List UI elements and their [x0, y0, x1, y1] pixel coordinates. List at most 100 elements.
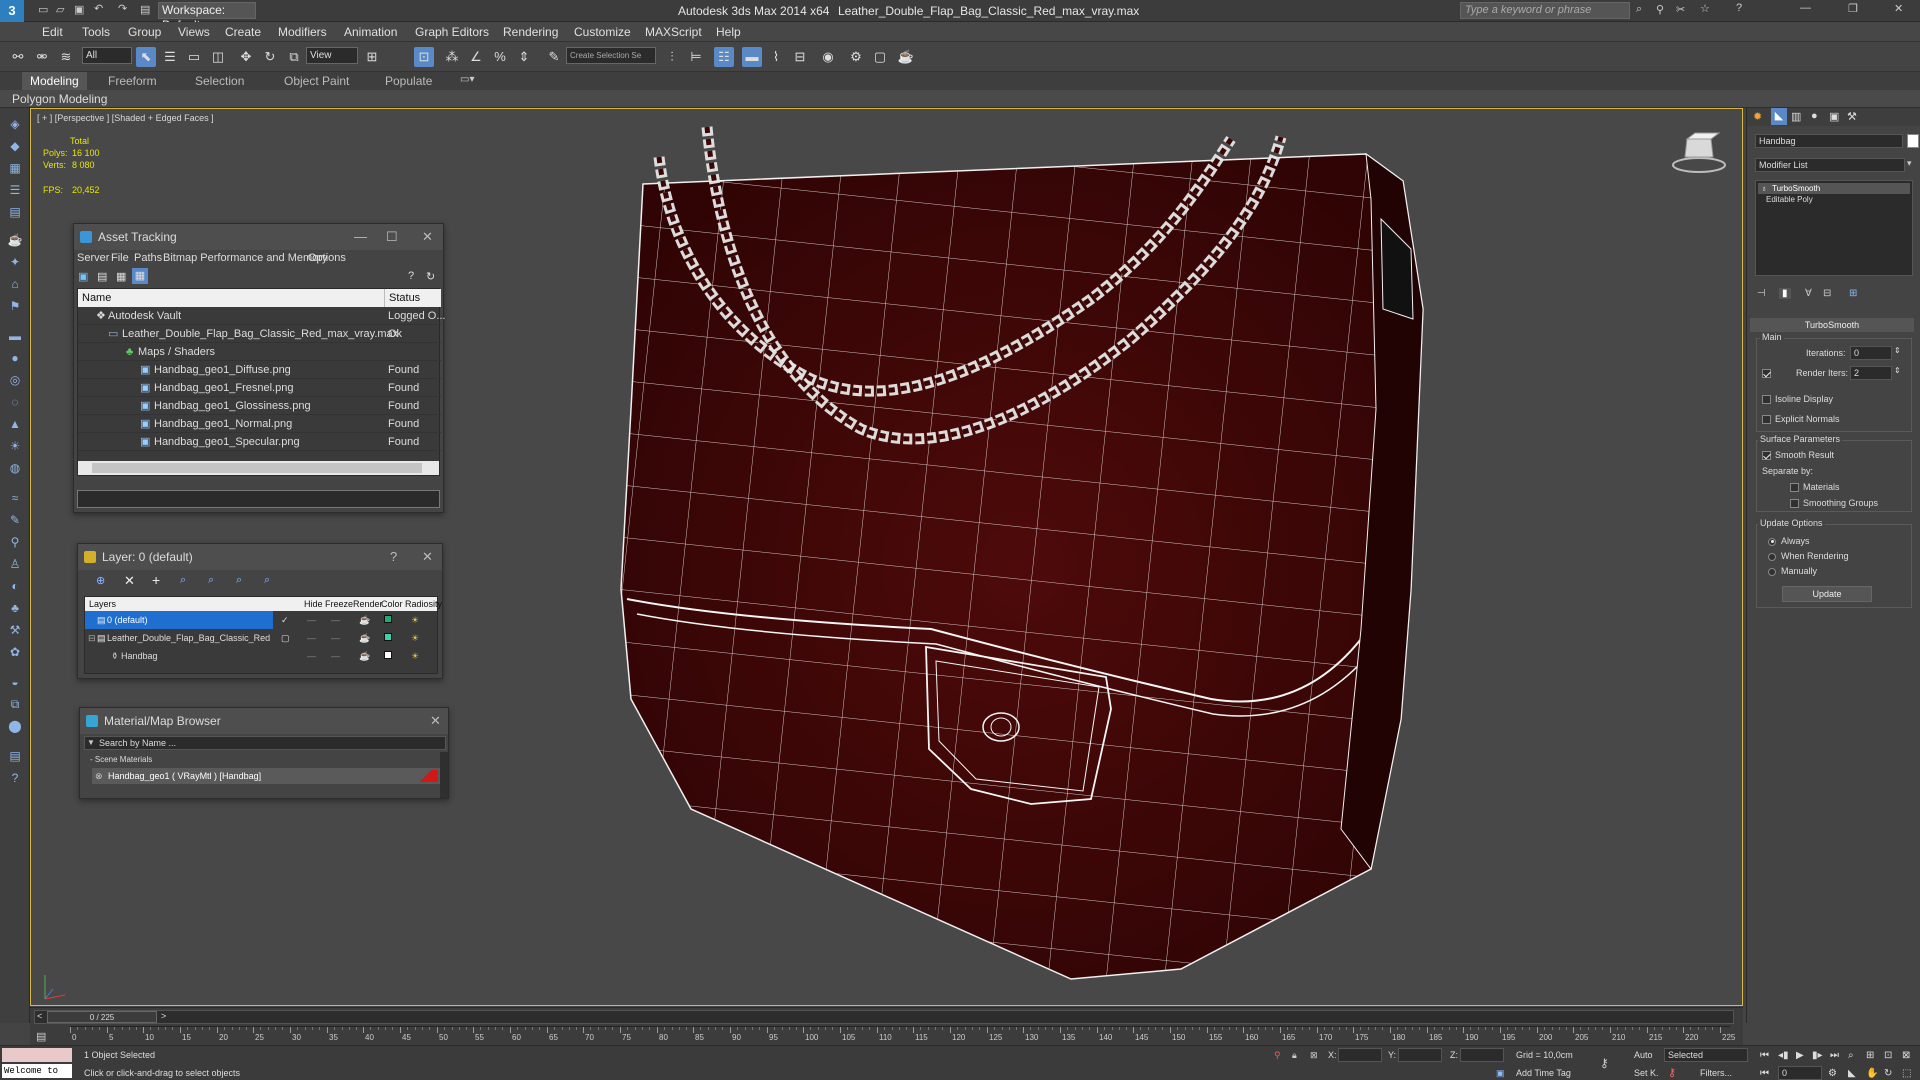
tree-view-icon[interactable]: ▦: [132, 268, 148, 284]
search-options-icon[interactable]: ▼: [87, 738, 95, 747]
horizontal-scrollbar[interactable]: [78, 461, 439, 475]
mirror-icon[interactable]: ⫶: [662, 47, 682, 67]
tab-object-paint[interactable]: Object Paint: [284, 74, 349, 88]
make-unique-icon[interactable]: ∀: [1805, 288, 1812, 299]
add-time-tag[interactable]: Add Time Tag: [1516, 1068, 1571, 1078]
x-coord-field[interactable]: [1338, 1048, 1382, 1062]
layer-row[interactable]: ⚱ Handbag — — ☕ ☀: [85, 647, 437, 665]
modify-icon[interactable]: ◆: [6, 138, 24, 154]
select-by-name-icon[interactable]: ☰: [160, 47, 180, 67]
lightbulb-icon[interactable]: ♁: [1761, 183, 1767, 194]
viewcube[interactable]: [1672, 132, 1726, 173]
help-icon[interactable]: ?: [390, 544, 397, 570]
hierarchy-tab-icon[interactable]: ▥: [1791, 110, 1801, 123]
asset-path-field[interactable]: [77, 490, 440, 508]
new-layer-icon[interactable]: ⊕: [96, 574, 105, 587]
search-icon[interactable]: ⌕: [1636, 3, 1642, 16]
smoothing-groups-checkbox[interactable]: Smoothing Groups: [1790, 498, 1878, 509]
layer-color-swatch[interactable]: [384, 633, 392, 641]
tab-freeform[interactable]: Freeform: [108, 74, 157, 88]
select-in-layer-icon[interactable]: ⌕: [180, 574, 186, 587]
freeze-toggle[interactable]: —: [331, 647, 340, 665]
key-mode-icon[interactable]: ⚷: [1600, 1056, 1609, 1070]
close-icon[interactable]: ✕: [422, 544, 433, 570]
schematic-view-icon[interactable]: ⊟: [790, 47, 810, 67]
stack-icon[interactable]: ⧉: [6, 696, 24, 712]
menu-customize[interactable]: Customize: [574, 25, 631, 39]
menu-bitmap-performance[interactable]: Bitmap Performance and Memory: [163, 252, 327, 264]
freeze-toggle[interactable]: —: [331, 611, 340, 629]
create-icon[interactable]: ◈: [6, 116, 24, 132]
undo-icon[interactable]: ↶: [94, 2, 103, 15]
render-teapot-icon[interactable]: ☕: [359, 629, 370, 647]
scene-materials-section[interactable]: - Scene Materials: [84, 754, 440, 766]
table-row[interactable]: ▭ Leather_Double_Flap_Bag_Classic_Red_max…: [78, 325, 441, 343]
scale-icon[interactable]: ⧉: [284, 47, 304, 67]
search-input[interactable]: Type a keyword or phrase: [1460, 2, 1630, 19]
layer-manager-titlebar[interactable]: Layer: 0 (default) ? ✕: [78, 544, 442, 570]
object-color-swatch[interactable]: [384, 651, 392, 659]
create-tab-icon[interactable]: ✹: [1753, 110, 1762, 123]
radiosity-icon[interactable]: ☀: [411, 611, 419, 629]
when-rendering-radio[interactable]: When Rendering: [1768, 551, 1849, 561]
link-icon[interactable]: ⚯: [8, 47, 28, 67]
menu-options[interactable]: Options: [308, 252, 346, 264]
help-circle-icon[interactable]: ?: [6, 770, 24, 786]
add-to-layer-icon[interactable]: +: [152, 572, 160, 588]
y-coord-field[interactable]: [1398, 1048, 1442, 1062]
percent-snap-icon[interactable]: %: [490, 47, 510, 67]
menu-help[interactable]: Help: [716, 25, 741, 39]
freeze-all-icon[interactable]: ⌕: [264, 574, 270, 587]
sun-icon[interactable]: ☀: [6, 438, 24, 454]
spinner-snap-icon[interactable]: ⇕: [514, 47, 534, 67]
snap-icon[interactable]: ⁂: [442, 47, 462, 67]
cylinder-icon[interactable]: ◎: [6, 372, 24, 388]
modifier-stack-item[interactable]: ♁ TurboSmooth: [1758, 183, 1910, 194]
selection-lock-icon[interactable]: 🔒︎: [1292, 1050, 1297, 1061]
key-icon[interactable]: ✂: [1676, 3, 1685, 16]
asset-tracking-window[interactable]: Asset Tracking — ☐ ✕ Server File Paths B…: [73, 223, 446, 513]
dropdown-arrow-icon[interactable]: ▾: [1907, 158, 1912, 169]
layer-manager-icon[interactable]: ☷: [714, 47, 734, 67]
spinner-arrows-icon[interactable]: ⇕: [1894, 346, 1901, 355]
z-coord-field[interactable]: [1460, 1048, 1504, 1062]
hide-toggle[interactable]: —: [307, 629, 316, 647]
update-button[interactable]: Update: [1782, 586, 1872, 602]
teapot-icon[interactable]: ☕: [6, 232, 24, 248]
torus-icon[interactable]: ◌: [6, 394, 24, 410]
redo-icon[interactable]: ↷: [118, 2, 127, 15]
render-iters-checkbox[interactable]: [1762, 368, 1775, 379]
time-slider-thumb[interactable]: 0 / 225: [47, 1011, 157, 1023]
menu-create[interactable]: Create: [225, 25, 261, 39]
render-setup-icon[interactable]: ⚙: [846, 47, 866, 67]
col-status[interactable]: Status: [384, 289, 420, 307]
table-row[interactable]: ▣ Handbag_geo1_Normal.png Found: [78, 415, 441, 433]
material-editor-icon[interactable]: ◉: [818, 47, 838, 67]
list-icon[interactable]: ▤: [97, 270, 107, 283]
expand-icon[interactable]: ⊟: [88, 629, 96, 647]
modifier-list-dropdown[interactable]: Modifier List: [1755, 158, 1905, 172]
goto-start-icon[interactable]: ⏮: [1760, 1050, 1769, 1061]
maximize-icon[interactable]: ☐: [386, 224, 398, 250]
spinner-arrows-icon[interactable]: ⇕: [1894, 366, 1901, 375]
binoculars-icon[interactable]: ⚲: [1656, 3, 1664, 16]
table-row[interactable]: ▣ Handbag_geo1_Fresnel.png Found: [78, 379, 441, 397]
layer-icon[interactable]: ☰: [6, 182, 24, 198]
tab-populate[interactable]: Populate: [385, 74, 432, 88]
material-map-browser-window[interactable]: Material/Map Browser ✕ Search by Name ..…: [79, 707, 449, 799]
selected-set-dropdown[interactable]: Selected: [1664, 1048, 1748, 1062]
refresh-icon[interactable]: ↻: [426, 270, 435, 283]
scrollbar-thumb[interactable]: [92, 463, 422, 473]
ball-icon[interactable]: ⬤: [6, 718, 24, 734]
wave-icon[interactable]: ≈: [6, 490, 24, 506]
col-name[interactable]: Name: [82, 289, 111, 307]
bind-spacewarp-icon[interactable]: ≋: [56, 47, 76, 67]
maxscript-mini-bar[interactable]: [2, 1048, 72, 1062]
align-icon[interactable]: ⊨: [686, 47, 706, 67]
menu-animation[interactable]: Animation: [344, 25, 397, 39]
menu-paths[interactable]: Paths: [134, 252, 162, 264]
menu-group[interactable]: Group: [128, 25, 161, 39]
menu-tools[interactable]: Tools: [82, 25, 110, 39]
unlink-icon[interactable]: ⚮: [32, 47, 52, 67]
perspective-viewport[interactable]: [ + ] [Perspective ] [Shaded + Edged Fac…: [30, 108, 1743, 1006]
